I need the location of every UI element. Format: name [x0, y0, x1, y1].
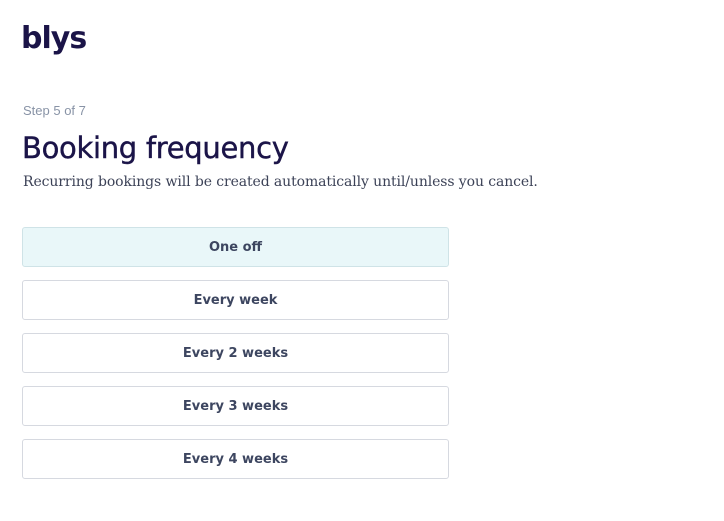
- frequency-option-every-2-weeks[interactable]: Every 2 weeks: [22, 333, 449, 373]
- blys-logo[interactable]: blys: [21, 21, 87, 57]
- frequency-option-every-4-weeks[interactable]: Every 4 weeks: [22, 439, 449, 479]
- page-title: Booking frequency: [22, 131, 289, 165]
- frequency-option-one-off[interactable]: One off: [22, 227, 449, 267]
- frequency-option-every-3-weeks[interactable]: Every 3 weeks: [22, 386, 449, 426]
- step-indicator: Step 5 of 7: [23, 103, 86, 118]
- booking-frequency-page: blys Step 5 of 7 Booking frequency Recur…: [0, 0, 724, 521]
- frequency-options: One off Every week Every 2 weeks Every 3…: [22, 227, 449, 479]
- page-subtitle: Recurring bookings will be created autom…: [23, 174, 538, 190]
- frequency-option-every-week[interactable]: Every week: [22, 280, 449, 320]
